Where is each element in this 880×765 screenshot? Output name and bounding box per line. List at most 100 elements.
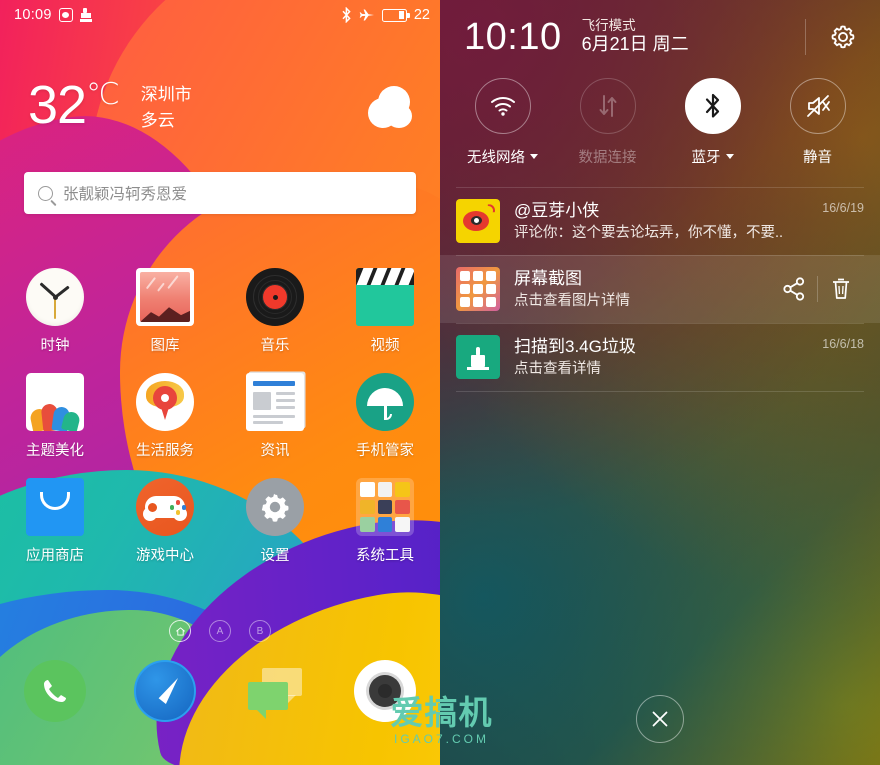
page-b-icon[interactable]: B (249, 620, 271, 642)
weather-city: 深圳市 (140, 85, 192, 104)
app-label: 应用商店 (26, 548, 84, 564)
weather-temperature: 32℃ (28, 75, 120, 135)
quick-toggle-label-wrap: 数据连接 (579, 146, 637, 167)
search-input[interactable]: 张靓颖冯轲秀恩爱 (63, 182, 187, 204)
share-icon[interactable] (771, 272, 817, 306)
close-icon[interactable] (636, 695, 684, 743)
quick-toggle-label: 蓝牙 (691, 150, 721, 167)
battery-percent: 22 (413, 7, 430, 23)
shade-clock: 10:10 (464, 16, 562, 59)
weibo-icon (58, 8, 73, 22)
app-phone-manager[interactable]: 手机管家 (330, 373, 440, 460)
quick-toggle-label: 数据连接 (578, 150, 637, 167)
notification-item-screenshot[interactable]: 屏幕截图 点击查看图片详情 (440, 255, 880, 324)
airplane-mode-icon (359, 8, 375, 22)
app-game-center[interactable]: 游戏中心 (110, 478, 220, 565)
app-gallery[interactable]: 图库 (110, 268, 220, 355)
quick-toggle-wifi[interactable]: 无线网络 (450, 78, 555, 167)
app-label: 主题美化 (26, 443, 84, 459)
quick-toggle-label: 静音 (803, 150, 832, 167)
dock-browser[interactable] (110, 660, 220, 722)
quick-toggle-label-wrap: 蓝牙 (692, 146, 734, 167)
weather-widget[interactable]: 32℃ 深圳市 多云 (0, 78, 440, 133)
notification-text: 屏幕截图 点击查看图片详情 (514, 268, 757, 312)
app-label: 系统工具 (356, 548, 414, 564)
screenshot-icon (456, 267, 500, 312)
shade-header: 10:10 飞行模式 6月21日 周二 (440, 0, 880, 56)
notification-item-weibo[interactable]: @豆芽小侠 评论你：这个要去论坛弄，你不懂，不要.. 16/6/19 (440, 187, 880, 255)
app-video[interactable]: 视频 (330, 268, 440, 355)
dock (0, 660, 440, 722)
weibo-icon (456, 199, 500, 244)
battery-icon (381, 8, 410, 22)
screenshot-root: 10:09 22 32℃ 深圳市 多云 张靓颖冯轲秀恩爱 时钟 图库 音乐 视频… (0, 0, 880, 765)
search-bar[interactable]: 张靓颖冯轲秀恩爱 (24, 172, 416, 214)
notification-text: 扫描到3.4G垃圾 点击查看详情 (514, 336, 808, 380)
data-connection-icon (579, 78, 636, 135)
phone-manager-icon (356, 373, 414, 431)
app-system-tools-folder[interactable]: 系统工具 (330, 478, 440, 565)
wifi-icon (474, 78, 531, 135)
app-app-store[interactable]: 应用商店 (0, 478, 110, 565)
notification-subtitle: 点击查看图片详情 (514, 292, 630, 309)
music-icon (246, 268, 304, 326)
status-bar: 10:09 22 (0, 0, 440, 30)
weather-unit: ℃ (86, 78, 120, 111)
app-row-1: 时钟 图库 音乐 视频 (0, 268, 440, 355)
clock-icon (26, 268, 84, 326)
app-life-services[interactable]: 生活服务 (110, 373, 220, 460)
delete-icon[interactable] (818, 272, 864, 306)
app-label: 视频 (370, 338, 400, 354)
app-store-icon (26, 478, 84, 536)
app-label: 设置 (260, 548, 290, 564)
app-settings[interactable]: 设置 (220, 478, 330, 565)
mute-icon (789, 78, 846, 135)
shade-date-block: 飞行模式 6月21日 周二 (582, 18, 689, 56)
camera-icon (354, 660, 416, 722)
dock-messages[interactable] (220, 660, 330, 722)
settings-icon (246, 478, 304, 536)
app-music[interactable]: 音乐 (220, 268, 330, 355)
bluetooth-icon (341, 6, 352, 24)
page-indicators: A B (0, 620, 440, 642)
quick-toggle-mute[interactable]: 静音 (765, 78, 870, 167)
notification-actions (771, 272, 864, 306)
app-grid: 时钟 图库 音乐 视频 主题美化 生活服务 资讯 手机管家 应用商店 游戏中心 … (0, 268, 440, 565)
notification-time: 16/6/19 (822, 201, 864, 216)
notification-item-cleaner[interactable]: 扫描到3.4G垃圾 点击查看详情 16/6/18 (440, 323, 880, 391)
life-services-icon (136, 373, 194, 431)
app-clock[interactable]: 时钟 (0, 268, 110, 355)
app-label: 音乐 (260, 338, 290, 354)
app-label: 图库 (150, 338, 180, 354)
gear-icon[interactable] (828, 22, 858, 52)
browser-icon (134, 660, 196, 722)
app-news[interactable]: 资讯 (220, 373, 330, 460)
page-indicator-label: A (216, 625, 224, 637)
notification-list: @豆芽小侠 评论你：这个要去论坛弄，你不懂，不要.. 16/6/19 屏幕截图 … (440, 187, 880, 391)
home-screen-panel: 10:09 22 32℃ 深圳市 多云 张靓颖冯轲秀恩爱 时钟 图库 音乐 视频… (0, 0, 440, 765)
quick-toggle-data[interactable]: 数据连接 (555, 78, 660, 167)
header-divider (805, 19, 806, 56)
quick-toggle-label: 无线网络 (467, 150, 525, 167)
app-theme[interactable]: 主题美化 (0, 373, 110, 460)
dock-camera[interactable] (330, 660, 440, 722)
messages-icon (244, 660, 306, 722)
gallery-icon (136, 268, 194, 326)
weather-condition: 多云 (140, 110, 175, 130)
cleaner-icon (79, 8, 92, 22)
app-label: 手机管家 (356, 443, 414, 459)
chevron-down-icon[interactable] (530, 154, 538, 160)
video-icon (356, 268, 414, 326)
search-icon (38, 185, 53, 201)
home-icon[interactable] (169, 620, 191, 642)
cloudy-icon (356, 86, 412, 130)
notification-title: @豆芽小侠 (514, 200, 600, 220)
notification-list-bottom-divider (456, 391, 864, 393)
notification-shade-panel: 10:10 飞行模式 6月21日 周二 无线网络 数据连接 蓝牙 静音 @豆芽小… (440, 0, 880, 765)
app-label: 生活服务 (136, 443, 194, 459)
quick-toggle-bluetooth[interactable]: 蓝牙 (660, 78, 765, 167)
dock-phone[interactable] (0, 660, 110, 722)
page-a-icon[interactable]: A (209, 620, 231, 642)
chevron-down-icon[interactable] (725, 154, 734, 160)
app-row-2: 主题美化 生活服务 资讯 手机管家 (0, 373, 440, 460)
